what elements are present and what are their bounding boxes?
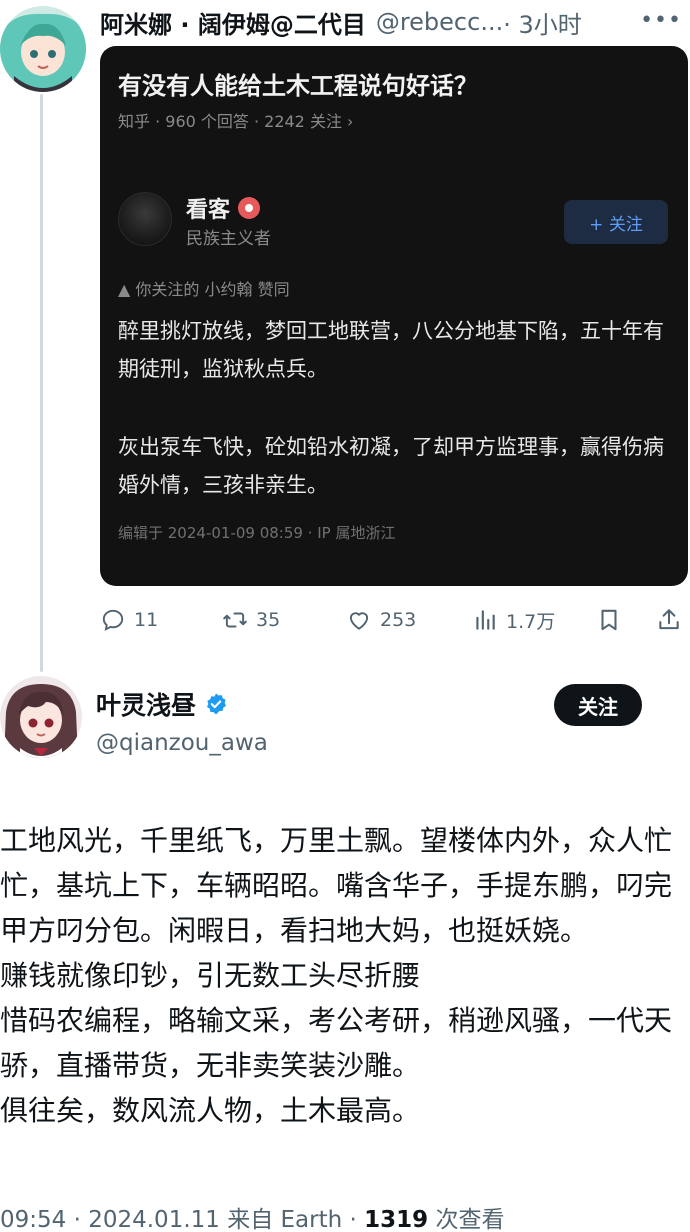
zhihu-question-meta: 知乎 · 960 个回答 · 2242 关注 › <box>118 112 354 131</box>
tweet-thread: 阿米娜 · 阔伊姆@二代目 @rebecc... · 3小时 ••• 有没有人能… <box>0 0 690 1232</box>
tweet-action-bar: 11 35 253 1.7万 <box>100 602 690 638</box>
tweet-view-count: 1319 <box>364 1207 429 1232</box>
share-icon <box>659 609 679 630</box>
reply-icon <box>102 609 124 631</box>
thread-connector-line <box>40 94 43 672</box>
follow-button[interactable]: 关注 <box>554 684 642 726</box>
zhihu-screenshot-image[interactable]: 有没有人能给土木工程说句好话？ 知乎 · 960 个回答 · 2242 关注 ›… <box>100 46 688 586</box>
verified-badge-icon <box>207 693 227 715</box>
zhihu-author-name-row: 看客 <box>186 192 261 224</box>
reply-button[interactable]: 11 <box>100 607 158 633</box>
retweet-icon <box>223 612 247 628</box>
parent-avatar[interactable] <box>0 6 86 92</box>
tweet-timestamp[interactable]: 09:54 · 2024.01.11 来自 Earth · <box>0 1207 364 1232</box>
tweet-metadata: 09:54 · 2024.01.11 来自 Earth · 1319 次查看 <box>0 1200 504 1232</box>
zhihu-edit-info: 编辑于 2024-01-09 08:59 · IP 属地浙江 <box>118 524 396 542</box>
tweet-text: 工地风光，千里纸飞，万里土飘。望楼体内外，众人忙忙，基坑上下，车辆昭昭。嘴含华子… <box>0 824 673 1127</box>
zhihu-question-title: 有没有人能给土木工程说句好话？ <box>118 72 478 100</box>
more-horizontal-icon[interactable]: ••• <box>640 8 682 33</box>
reply-count: 11 <box>134 609 159 631</box>
like-count: 253 <box>380 609 417 631</box>
parent-display-name[interactable]: 阿米娜 · 阔伊姆@二代目 <box>100 5 366 40</box>
parent-handle[interactable]: @rebecc... <box>376 8 503 36</box>
bookmark-icon <box>601 609 617 631</box>
like-button[interactable]: 253 <box>346 607 416 633</box>
analytics-icon <box>476 610 495 630</box>
author-name-row: 叶灵浅昼 <box>96 686 268 722</box>
author-display-name[interactable]: 叶灵浅昼 <box>96 686 196 722</box>
author-info: 叶灵浅昼 @qianzou_awa <box>96 686 268 756</box>
views-count: 1.7万 <box>506 610 556 633</box>
parent-timestamp[interactable]: · 3小时 <box>503 5 582 40</box>
retweet-button[interactable]: 35 <box>222 607 280 633</box>
author-avatar[interactable] <box>0 676 82 758</box>
zhihu-answer-paragraph: 灰出泵车飞快，砼如铅水初凝，了却甲方监理事，赢得伤病婚外情，三孩非亲生。 <box>118 435 664 497</box>
author-handle[interactable]: @qianzou_awa <box>96 730 268 756</box>
zhihu-answer-paragraph: 醉里挑灯放线，梦回工地联营，八公分地基下陷，五十年有期徒刑，监狱秋点兵。 <box>118 319 664 381</box>
bookmark-button[interactable] <box>596 607 622 633</box>
heart-icon <box>349 612 369 630</box>
zhihu-upvote-note: ▲ 你关注的 小约翰 赞同 <box>118 280 290 299</box>
retweet-count: 35 <box>256 609 281 631</box>
zhihu-badge-icon <box>238 197 261 219</box>
zhihu-author-name: 看客 <box>186 198 231 223</box>
tweet-view-label: 次查看 <box>428 1207 505 1232</box>
zhihu-author-avatar <box>118 192 172 246</box>
share-button[interactable] <box>656 607 682 633</box>
zhihu-author-description: 民族主义者 <box>186 229 271 249</box>
zhihu-follow-button: + 关注 <box>564 200 668 244</box>
parent-tweet-header: 阿米娜 · 阔伊姆@二代目 @rebecc... · 3小时 ••• <box>100 2 690 42</box>
views-button[interactable]: 1.7万 <box>472 607 555 634</box>
